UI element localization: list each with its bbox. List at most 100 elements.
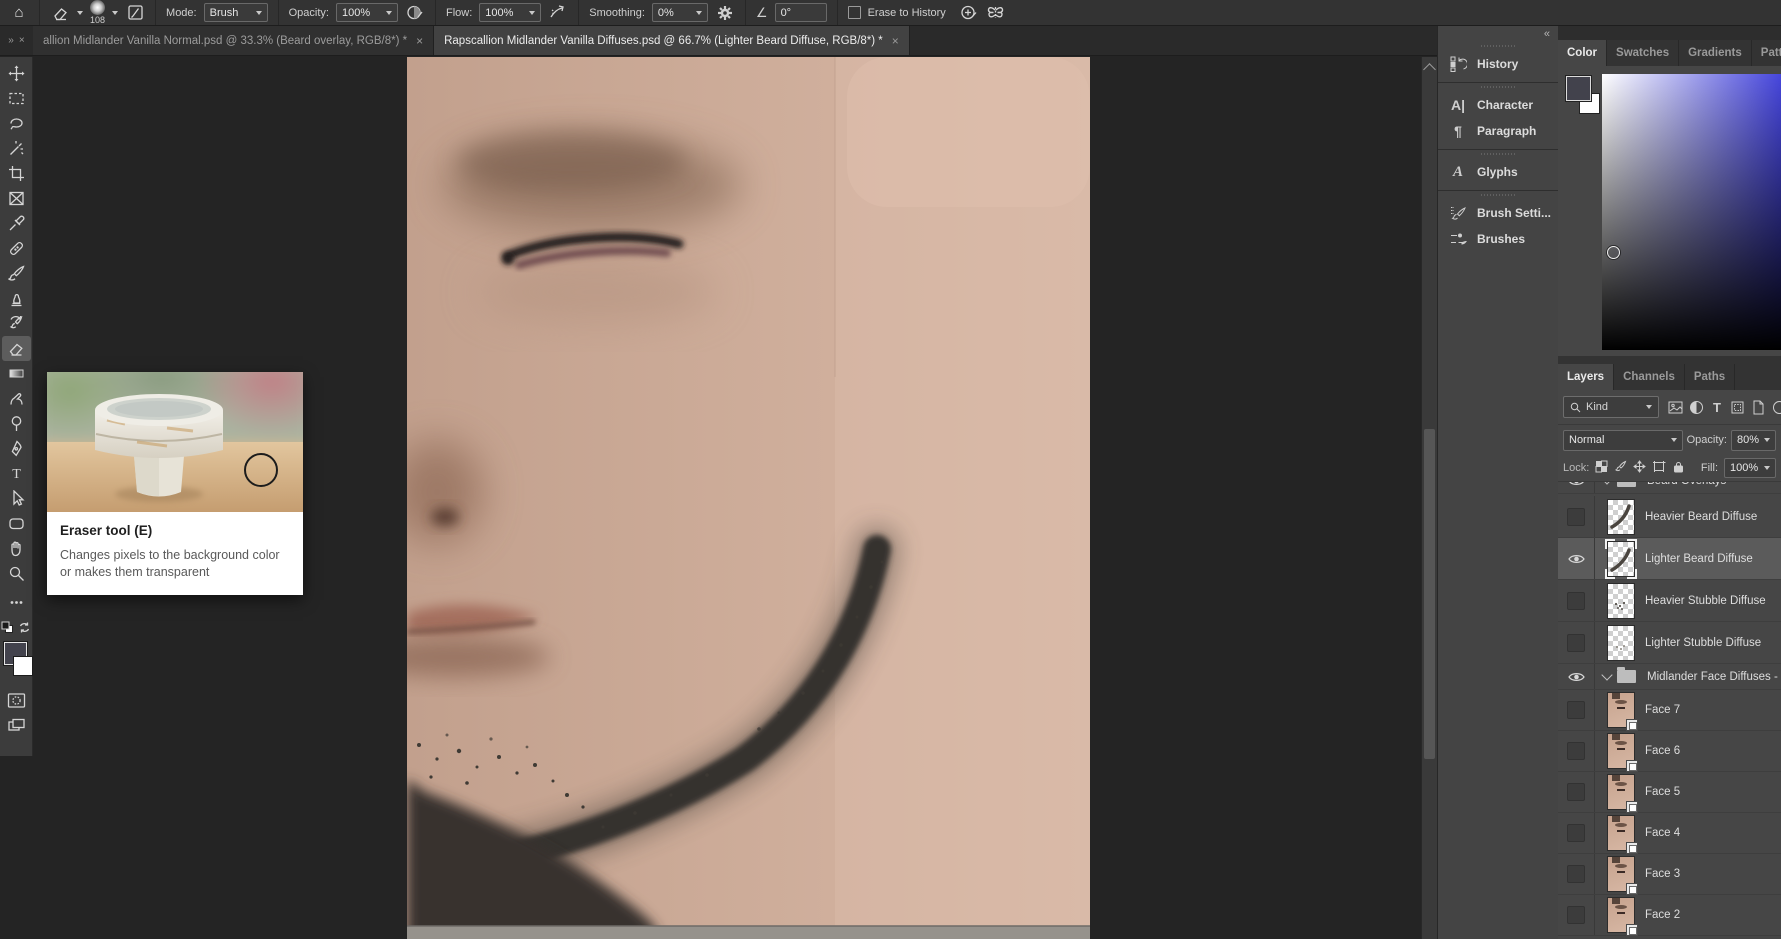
lock-pixels-icon[interactable] [1614, 460, 1627, 476]
quick-mask-icon[interactable] [2, 688, 31, 713]
healing-brush-tool[interactable] [2, 236, 31, 261]
visibility-toggle[interactable] [1558, 854, 1595, 894]
layer-thumbnail[interactable] [1608, 898, 1634, 932]
layer-row[interactable]: Lighter Stubble Diffuse [1558, 622, 1781, 664]
filter-smart-objects-icon[interactable] [1750, 398, 1767, 417]
smoothing-select[interactable]: 0% [652, 3, 708, 22]
close-tab-icon[interactable]: × [416, 34, 423, 48]
filter-type-layers-icon[interactable]: T [1708, 398, 1725, 417]
tab-layers[interactable]: Layers [1558, 364, 1614, 390]
tab-gradients[interactable]: Gradients [1679, 40, 1752, 66]
tab-paths[interactable]: Paths [1685, 364, 1735, 390]
layer-thumbnail[interactable] [1608, 542, 1634, 576]
character-panel-button[interactable]: A| Character [1438, 92, 1558, 118]
layer-row[interactable]: Heavier Stubble Diffuse [1558, 580, 1781, 622]
flow-select[interactable]: 100% [479, 3, 541, 22]
color-picker-field[interactable] [1602, 74, 1781, 350]
filter-adjustment-layers-icon[interactable] [1688, 398, 1705, 417]
layer-fill-select[interactable]: 100% [1724, 458, 1776, 478]
visibility-toggle[interactable] [1558, 482, 1595, 493]
crop-tool[interactable] [2, 161, 31, 186]
layer-group-beard-overlays[interactable]: Beard Overlays [1558, 482, 1781, 494]
visibility-toggle[interactable] [1558, 622, 1595, 663]
blend-mode-select[interactable]: Normal [1563, 430, 1683, 451]
layer-thumbnail[interactable] [1608, 734, 1634, 768]
gripper[interactable] [1481, 86, 1515, 88]
foreground-color-swatch[interactable] [1566, 76, 1591, 101]
document-tab-active[interactable]: Rapscallion Midlander Vanilla Diffuses.p… [434, 26, 910, 55]
gradient-tool[interactable] [2, 361, 31, 386]
visibility-toggle[interactable] [1558, 690, 1595, 730]
scroll-up-icon[interactable] [1423, 63, 1436, 76]
airbrush-icon[interactable] [548, 3, 568, 23]
layer-row[interactable]: Face 6 [1558, 731, 1781, 772]
hand-tool[interactable] [2, 536, 31, 561]
home-icon[interactable]: ⌂ [9, 3, 29, 23]
chevron-down-icon[interactable] [77, 11, 83, 15]
chevron-down-icon[interactable] [112, 11, 118, 15]
history-panel-button[interactable]: History [1438, 51, 1558, 77]
frame-tool[interactable] [2, 186, 31, 211]
paragraph-panel-button[interactable]: ¶ Paragraph [1438, 118, 1558, 144]
zoom-tool[interactable] [2, 561, 31, 586]
layer-row[interactable]: Face 7 [1558, 690, 1781, 731]
layer-thumbnail[interactable] [1608, 584, 1634, 618]
visibility-toggle[interactable] [1558, 731, 1595, 771]
default-colors-icon[interactable] [1, 621, 14, 634]
color-field-marker[interactable] [1607, 246, 1620, 259]
lasso-tool[interactable] [2, 111, 31, 136]
layer-group-midlander-face[interactable]: Midlander Face Diffuses - Vanilla [1558, 664, 1781, 690]
background-color-swatch[interactable] [13, 656, 33, 676]
screen-mode-icon[interactable] [2, 713, 31, 738]
visibility-toggle[interactable] [1558, 538, 1595, 579]
gripper[interactable] [1481, 194, 1515, 196]
symmetry-butterfly-icon[interactable] [986, 3, 1006, 23]
layer-opacity-select[interactable]: 80% [1731, 430, 1776, 451]
layer-row[interactable]: Heavier Beard Diffuse [1558, 496, 1781, 538]
collapse-chevron-icon[interactable] [1601, 482, 1612, 485]
collapse-chevron-icon[interactable] [1601, 669, 1612, 680]
visibility-toggle[interactable] [1558, 580, 1595, 621]
gripper[interactable] [1481, 153, 1515, 155]
layer-row[interactable]: Face 3 [1558, 854, 1781, 895]
brush-tool[interactable] [2, 261, 31, 286]
smoothing-options-gear-icon[interactable] [715, 3, 735, 23]
clone-stamp-tool[interactable] [2, 286, 31, 311]
tab-channels[interactable]: Channels [1614, 364, 1685, 390]
more-tools-ellipsis-icon[interactable] [2, 590, 31, 615]
history-brush-tool[interactable] [2, 311, 31, 336]
eyedropper-tool[interactable] [2, 211, 31, 236]
layer-thumbnail[interactable] [1608, 816, 1634, 850]
move-tool[interactable] [2, 61, 31, 86]
filter-toggle-icon[interactable] [1771, 398, 1781, 417]
glyphs-panel-button[interactable]: A Glyphs [1438, 159, 1558, 185]
layer-thumbnail[interactable] [1608, 500, 1634, 534]
layer-thumbnail[interactable] [1608, 626, 1634, 660]
scrollbar-thumb[interactable] [1424, 429, 1435, 759]
document-tab-inactive[interactable]: allion Midlander Vanilla Normal.psd @ 33… [33, 26, 434, 55]
swap-colors-icon[interactable] [18, 621, 31, 634]
layer-row-selected[interactable]: Lighter Beard Diffuse [1558, 538, 1781, 580]
visibility-toggle[interactable] [1558, 813, 1595, 853]
visibility-toggle[interactable] [1558, 772, 1595, 812]
expand-toolbar-icon[interactable]: » [8, 35, 14, 46]
lock-artboard-icon[interactable] [1652, 460, 1666, 476]
brushes-panel-button[interactable]: Brushes [1438, 226, 1558, 252]
toggle-brush-settings-icon[interactable] [125, 3, 145, 23]
visibility-toggle[interactable] [1558, 664, 1595, 689]
shape-tool[interactable] [2, 511, 31, 536]
dodge-tool[interactable] [2, 411, 31, 436]
filter-shape-layers-icon[interactable] [1729, 398, 1746, 417]
tab-swatches[interactable]: Swatches [1607, 40, 1679, 66]
marquee-tool[interactable] [2, 86, 31, 111]
foreground-background-colors[interactable] [1, 642, 31, 682]
smudge-tool[interactable] [2, 386, 31, 411]
visibility-toggle[interactable] [1558, 895, 1595, 935]
close-toolbar-icon[interactable]: × [19, 35, 25, 46]
mode-select[interactable]: Brush [204, 3, 268, 22]
filter-pixel-layers-icon[interactable] [1667, 398, 1684, 417]
lock-transparency-icon[interactable] [1595, 460, 1608, 476]
pen-tool[interactable] [2, 436, 31, 461]
brush-settings-panel-button[interactable]: Brush Setti... [1438, 200, 1558, 226]
angle-input[interactable]: 0° [775, 3, 827, 22]
